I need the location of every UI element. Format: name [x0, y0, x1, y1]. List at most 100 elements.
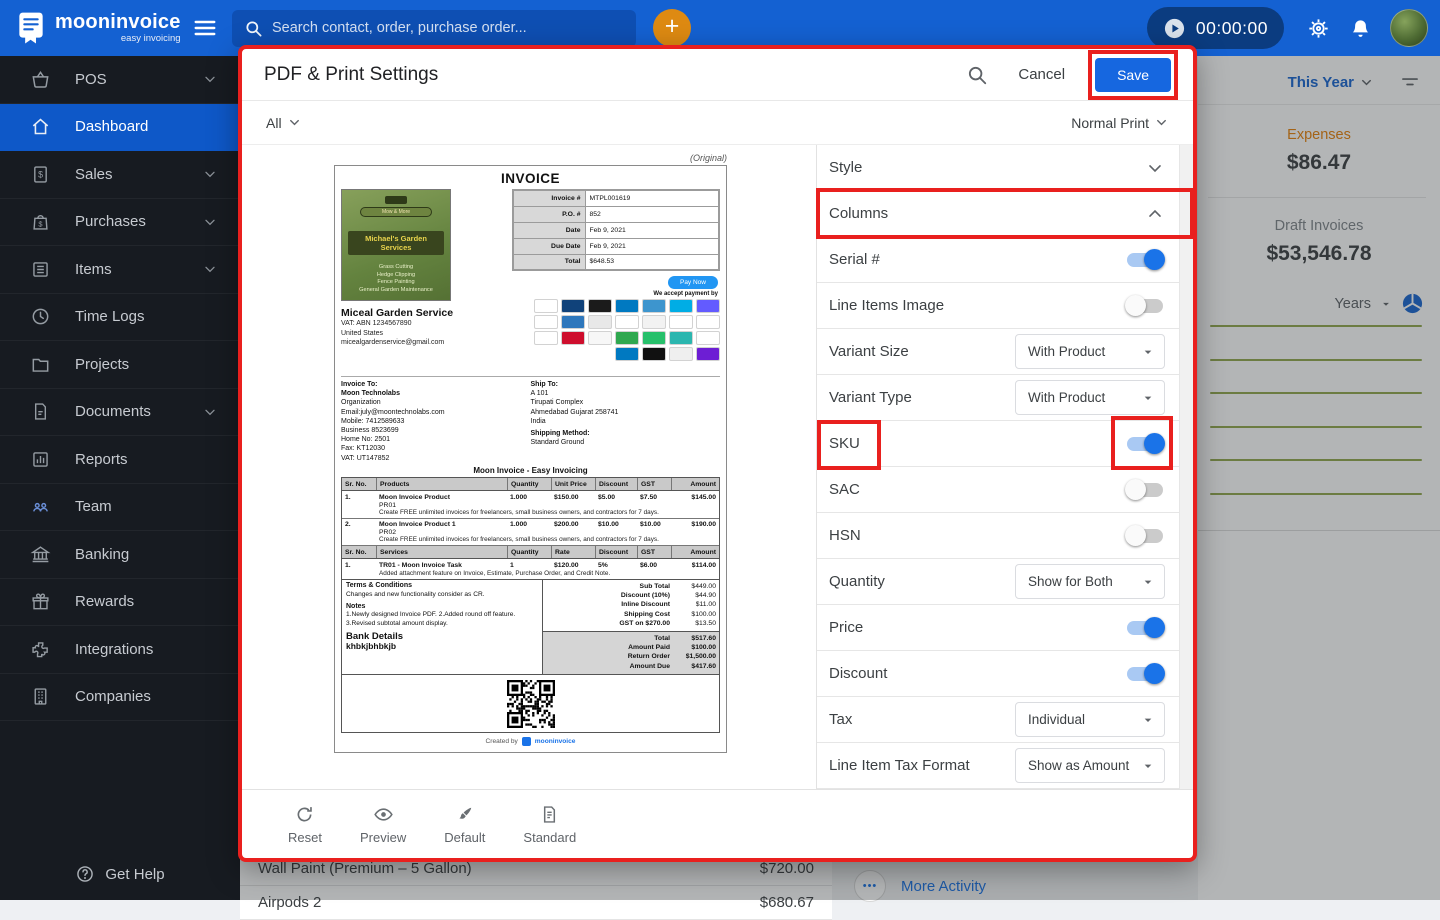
bell-icon[interactable] — [1349, 17, 1372, 40]
sidebar-item-time-logs[interactable]: Time Logs — [0, 294, 240, 341]
building-icon — [30, 686, 51, 707]
sidebar-item-items[interactable]: Items — [0, 246, 240, 294]
modal-header: PDF & Print Settings Cancel Save — [242, 49, 1193, 101]
sidebar-item-sales[interactable]: $ Sales — [0, 151, 240, 199]
sidebar-item-team[interactable]: Team — [0, 484, 240, 531]
sidebar-item-integrations[interactable]: Integrations — [0, 626, 240, 674]
search-icon[interactable] — [966, 64, 988, 86]
sidebar-item-label: Dashboard — [75, 118, 149, 136]
shopping-bag-icon: $ — [30, 211, 51, 232]
sidebar-item-documents[interactable]: Documents — [0, 389, 240, 436]
variant-type-select[interactable]: With Product — [1015, 380, 1165, 415]
svg-text:$: $ — [38, 169, 43, 179]
payment-method-chip — [642, 315, 666, 329]
chevron-down-icon — [287, 115, 302, 130]
payment-method-chip — [669, 331, 693, 345]
payment-method-chip — [615, 331, 639, 345]
caret-down-icon — [1140, 574, 1156, 590]
basket-icon — [30, 69, 51, 90]
default-button[interactable]: Default — [444, 804, 485, 845]
home-icon — [30, 116, 51, 137]
variant-size-select[interactable]: With Product — [1015, 334, 1165, 369]
created-by-line: Created by mooninvoice — [341, 733, 720, 750]
modal-title: PDF & Print Settings — [264, 63, 439, 85]
select-value: With Product — [1028, 344, 1106, 359]
sidebar-item-label: Team — [75, 498, 112, 516]
sidebar-item-dashboard[interactable]: Dashboard — [0, 103, 240, 151]
toolbar-label: Reset — [288, 829, 322, 845]
caret-down-icon — [1140, 712, 1156, 728]
select-value: With Product — [1028, 390, 1106, 405]
caret-down-icon — [1140, 758, 1156, 774]
quantity-select[interactable]: Show for Both — [1015, 564, 1165, 599]
avatar[interactable] — [1390, 9, 1428, 47]
print-mode-value: Normal Print — [1071, 114, 1149, 131]
setting-row-columns[interactable]: Columns — [816, 188, 1194, 239]
payment-method-chip — [696, 347, 720, 361]
items-list-icon — [30, 259, 51, 280]
sidebar-item-banking[interactable]: Banking — [0, 531, 240, 579]
sidebar-item-rewards[interactable]: Rewards — [0, 579, 240, 626]
invoice-footer-section: Terms & Conditions Changes and new funct… — [341, 579, 720, 676]
setting-row-style[interactable]: Style — [817, 145, 1179, 191]
get-help-label: Get Help — [105, 865, 165, 883]
settings-scrollbar[interactable] — [1179, 145, 1193, 789]
add-new-button[interactable]: + — [653, 9, 691, 47]
sku-toggle[interactable] — [1127, 433, 1165, 454]
brand-logo[interactable]: mooninvoice easy invoicing — [0, 11, 192, 45]
sidebar-nav: POS Dashboard $ Sales $ Purchases Items Time Lo… — [0, 56, 240, 721]
sidebar-item-label: Documents — [75, 403, 151, 421]
created-by-brand: mooninvoice — [534, 738, 576, 746]
line-items-image-toggle[interactable] — [1125, 295, 1163, 316]
table-header-row: Sr. No. Products Quantity Unit Price Discoun… — [342, 478, 719, 491]
chevron-down-icon — [202, 404, 218, 420]
serial-toggle[interactable] — [1127, 249, 1165, 270]
ship-to-block: Ship To: A 101 Tirupati Complex Ahmedabad G… — [530, 381, 619, 447]
sac-toggle[interactable] — [1125, 479, 1163, 500]
document-type-dropdown[interactable]: All — [266, 115, 302, 131]
setting-row-discount: Discount — [817, 651, 1179, 697]
sidebar-item-reports[interactable]: Reports — [0, 436, 240, 484]
invoice-page: INVOICE Mow & More Michael's Garden Serv… — [334, 165, 727, 753]
discount-toggle[interactable] — [1127, 663, 1165, 684]
line-item-tax-format-select[interactable]: Show as Amount — [1015, 748, 1165, 783]
standard-button[interactable]: Standard — [523, 804, 576, 845]
payment-method-chip — [696, 331, 720, 345]
payment-method-chip — [615, 315, 639, 329]
chevron-down-icon — [1145, 158, 1165, 178]
price-toggle[interactable] — [1127, 617, 1165, 638]
payment-method-chip — [642, 299, 666, 313]
payment-method-chip — [642, 347, 666, 361]
sidebar-item-pos[interactable]: POS — [0, 56, 240, 104]
global-search[interactable] — [232, 9, 636, 47]
reset-button[interactable]: Reset — [288, 804, 322, 845]
sidebar-item-companies[interactable]: Companies — [0, 674, 240, 721]
setting-label: Variant Size — [829, 343, 909, 360]
payment-method-chip — [696, 315, 720, 329]
save-button[interactable]: Save — [1095, 57, 1171, 92]
tax-select[interactable]: Individual — [1015, 702, 1165, 737]
get-help-button[interactable]: Get Help — [0, 848, 240, 900]
print-mode-dropdown[interactable]: Normal Print — [1071, 115, 1169, 131]
invoice-company-email: micealgardenservice@gmail.com — [341, 339, 445, 346]
setting-row-sac: SAC — [817, 467, 1179, 513]
search-input[interactable] — [272, 20, 624, 36]
invoice-company-country: United States — [341, 329, 384, 337]
people-icon — [30, 496, 51, 517]
payment-method-chip — [588, 299, 612, 313]
hsn-toggle[interactable] — [1125, 525, 1163, 546]
time-tracker[interactable]: 00:00:00 — [1146, 7, 1284, 49]
cancel-button[interactable]: Cancel — [1018, 66, 1065, 83]
created-by-label: Created by — [485, 738, 518, 746]
play-icon[interactable] — [1163, 17, 1186, 40]
pay-now-button[interactable]: Pay Now — [667, 276, 718, 289]
sidebar-item-projects[interactable]: Projects — [0, 341, 240, 389]
sidebar-item-purchases[interactable]: $ Purchases — [0, 199, 240, 246]
invoice-company-name: Miceal Garden Service — [341, 307, 454, 319]
hamburger-menu-icon[interactable] — [192, 15, 218, 41]
accept-payment-label: We accept payment by — [653, 291, 718, 297]
sales-doc-icon: $ — [30, 164, 51, 185]
standard-doc-icon — [539, 804, 560, 825]
gear-icon[interactable] — [1306, 16, 1331, 41]
preview-button[interactable]: Preview — [360, 804, 406, 845]
